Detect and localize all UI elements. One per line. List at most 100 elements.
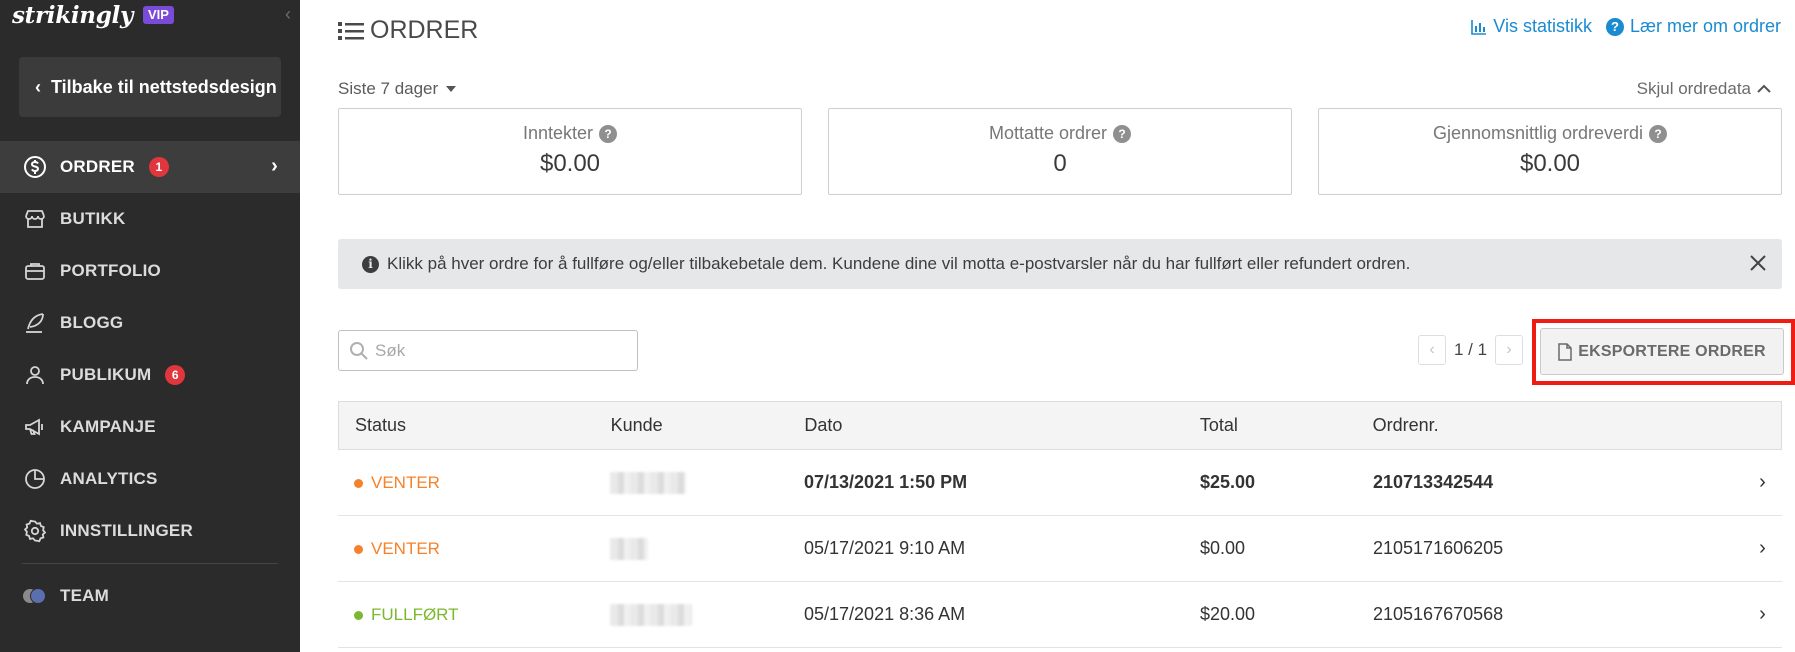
sidebar-item-label: PUBLIKUM [60,365,152,384]
order-number: 2105167670568 [1373,604,1504,624]
gear-icon [22,518,48,544]
briefcase-icon [22,258,48,284]
period-label: Siste 7 dager [338,79,439,98]
sidebar-item-label: KAMPANJE [60,417,156,436]
sidebar-item-team[interactable]: TEAM [0,570,300,622]
main-content: ORDRER Vis statistikk ? Lær mer om ordre… [300,0,1795,652]
status-badge: FULLFØRT [354,605,459,625]
store-icon [22,206,48,232]
question-icon[interactable]: ? [1649,124,1668,143]
status-text: FULLFØRT [371,605,459,625]
status-text: VENTER [371,473,440,493]
table-row[interactable]: VENTER 07/13/2021 1:50 PM $25.00 2107133… [338,450,1782,516]
stat-value: $0.00 [539,150,601,177]
view-statistics-label: Vis statistikk [1493,16,1592,36]
chevron-up-icon [1757,84,1771,93]
stat-card-average-order-value: Gjennomsnittlig ordreverdi? $0.00 [1318,108,1782,195]
file-icon [1558,342,1573,361]
sidebar-item-audience[interactable]: PUBLIKUM 6 [0,349,300,401]
order-total: $20.00 [1200,604,1256,624]
sidebar-item-blog[interactable]: BLOGG [0,297,300,349]
collapse-sidebar-icon[interactable]: ‹ [278,4,298,24]
sidebar-item-label: BLOGG [60,313,124,332]
search-input[interactable] [375,340,615,361]
view-statistics-link[interactable]: Vis statistikk [1471,16,1592,37]
order-total: $25.00 [1200,472,1256,492]
sidebar-divider [22,563,278,564]
stat-label: Mottatte ordrer [988,123,1108,143]
sidebar-item-label: ORDRER [60,157,135,176]
table-row[interactable]: FULLFØRT 05/17/2021 8:36 AM $20.00 21051… [338,582,1782,648]
sidebar-item-label: BUTIKK [60,209,126,228]
page-title: ORDRER [338,16,478,45]
search-icon [350,341,368,360]
previous-page-button[interactable]: ‹ [1418,335,1446,365]
page-title-text: ORDRER [370,16,479,44]
vip-badge: VIP [143,6,174,24]
close-icon[interactable] [1746,251,1770,275]
status-dot [354,478,363,488]
chevron-right-icon: › [271,155,278,177]
sidebar-item-settings[interactable]: INNSTILLINGER [0,505,300,557]
bar-chart-icon [1471,19,1487,35]
search-box [338,330,638,371]
table-header: Status Kunde Dato Total Ordrenr. [338,401,1782,450]
dollar-circle-icon [22,154,48,180]
sidebar-item-label: TEAM [60,586,109,605]
column-header-total[interactable]: Total [1200,415,1373,436]
brand: strikingly VIP [12,0,174,30]
order-number: 210713342544 [1373,472,1494,492]
pagination-label: 1 / 1 [1454,340,1488,359]
chevron-left-icon: ‹ [35,76,41,97]
sidebar-item-store[interactable]: BUTIKK [0,193,300,245]
question-icon[interactable]: ? [1113,124,1132,143]
caret-down-icon [446,86,457,92]
orders-count-badge: 1 [148,157,169,177]
table-row[interactable]: VENTER 05/17/2021 9:10 AM $0.00 21051716… [338,516,1782,582]
customer-name-redacted [610,603,692,626]
sidebar-item-analytics[interactable]: ANALYTICS [0,453,300,505]
column-header-order-number[interactable]: Ordrenr. [1373,415,1742,436]
order-date: 07/13/2021 1:50 PM [804,472,968,492]
sidebar-item-label: ANALYTICS [60,469,158,488]
stat-label: Gjennomsnittlig ordreverdi [1432,123,1644,143]
order-date: 05/17/2021 8:36 AM [804,604,966,624]
back-button-label: Tilbake til nettstedsdesign [51,76,277,97]
export-orders-button[interactable]: EKSPORTERE ORDRER [1540,328,1784,375]
sidebar-item-campaign[interactable]: KAMPANJE [0,401,300,453]
orders-table: Status Kunde Dato Total Ordrenr. VENTER … [338,401,1782,648]
chevron-right-icon: › [1759,603,1766,625]
status-badge: VENTER [354,473,440,493]
stat-card-revenue: Inntekter? $0.00 [338,108,802,195]
learn-about-orders-label: Lær mer om ordrer [1629,16,1781,36]
stat-value: 0 [1053,150,1067,177]
sidebar-item-portfolio[interactable]: PORTFOLIO [0,245,300,297]
info-icon: i [362,255,379,273]
sidebar-item-orders[interactable]: ORDRER 1 › [0,141,300,193]
megaphone-icon [22,414,48,440]
stat-card-orders-received: Mottatte ordrer? 0 [828,108,1292,195]
order-date: 05/17/2021 9:10 AM [804,538,966,558]
status-text: VENTER [371,539,440,559]
next-page-button[interactable]: › [1495,335,1524,365]
info-banner-text: Klikk på hver ordre for å fullføre og/el… [387,254,1411,273]
column-header-customer[interactable]: Kunde [611,415,805,436]
hide-order-data-toggle[interactable]: Skjul ordredata [1637,79,1771,99]
column-header-date[interactable]: Dato [804,415,1199,436]
sidebar-item-label: INNSTILLINGER [60,521,193,540]
period-dropdown[interactable]: Siste 7 dager [338,79,457,99]
customer-name-redacted [610,537,648,560]
app-root: strikingly VIP ‹ ‹ Tilbake til nettsteds… [0,0,1795,652]
status-dot [354,544,363,554]
help-icon: ? [1605,17,1624,36]
question-icon[interactable]: ? [599,124,618,143]
learn-about-orders-link[interactable]: ? Lær mer om ordrer [1605,16,1781,37]
team-avatar-icon [22,583,48,609]
stat-value: $0.00 [1519,150,1581,177]
header-links: Vis statistikk ? Lær mer om ordrer [1471,16,1781,37]
chevron-right-icon: › [1759,471,1766,493]
pagination: ‹ 1 / 1 › [1418,335,1524,365]
back-to-site-design-button[interactable]: ‹ Tilbake til nettstedsdesign [19,57,281,117]
column-header-status[interactable]: Status [339,415,611,436]
stat-label: Inntekter [522,123,594,143]
